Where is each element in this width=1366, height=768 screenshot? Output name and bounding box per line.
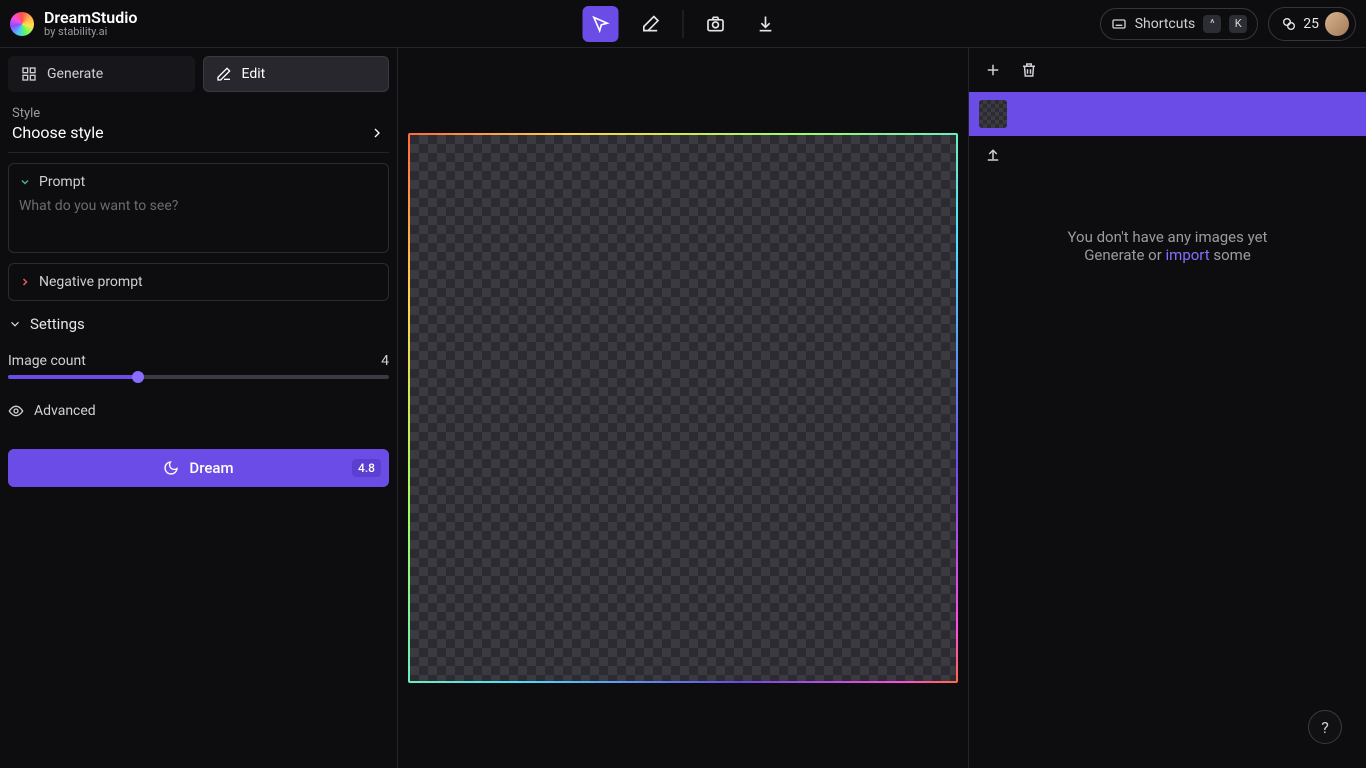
slider-thumb[interactable] [132, 371, 144, 383]
mode-tab-generate[interactable]: Generate [8, 56, 195, 92]
settings-label: Settings [30, 315, 85, 333]
advanced-label: Advanced [34, 403, 96, 419]
help-icon: ? [1321, 718, 1329, 737]
credits-button[interactable]: 25 [1268, 7, 1356, 41]
canvas[interactable] [410, 135, 956, 681]
delete-layer-button[interactable] [1017, 58, 1041, 82]
negative-prompt-block[interactable]: Negative prompt [8, 263, 389, 301]
select-tool-button[interactable] [583, 6, 619, 42]
active-layer[interactable] [969, 92, 1366, 136]
brand[interactable]: DreamStudio by stability.ai [10, 9, 137, 39]
canvas-area[interactable] [398, 48, 968, 768]
sidebar-right: You don't have any images yet Generate o… [968, 48, 1366, 768]
mode-tab-generate-label: Generate [47, 66, 103, 82]
style-value: Choose style [12, 123, 104, 142]
keyboard-icon [1111, 16, 1127, 32]
prompt-header-label: Prompt [39, 174, 85, 190]
edit-icon [216, 66, 232, 82]
image-count-label: Image count [8, 353, 86, 369]
topbar-right: Shortcuts ^ K 25 [1100, 7, 1356, 41]
avatar[interactable] [1325, 12, 1349, 36]
shortcut-key-1: ^ [1203, 15, 1221, 33]
chevron-down-icon [8, 317, 22, 331]
upload-icon [984, 145, 1002, 163]
chevron-down-icon [19, 176, 31, 188]
settings-header[interactable]: Settings [8, 311, 389, 337]
trash-icon [1020, 61, 1038, 79]
shortcuts-button[interactable]: Shortcuts ^ K [1100, 8, 1259, 40]
empty-line-1: You don't have any images yet [1068, 228, 1268, 246]
help-button[interactable]: ? [1308, 710, 1342, 744]
empty-prefix: Generate or [1084, 246, 1165, 264]
eye-icon [8, 403, 24, 419]
mode-tab-edit[interactable]: Edit [203, 56, 390, 92]
gallery-empty-state: You don't have any images yet Generate o… [969, 172, 1366, 768]
image-count-slider[interactable] [8, 375, 389, 379]
negative-prompt-label: Negative prompt [39, 274, 143, 290]
credits-icon [1281, 16, 1297, 32]
advanced-toggle[interactable]: Advanced [8, 393, 389, 419]
dream-cost: 4.8 [352, 459, 381, 477]
upload-button[interactable] [981, 142, 1005, 166]
download-button[interactable] [748, 6, 784, 42]
style-chooser[interactable]: Style Choose style [8, 102, 389, 153]
credits-value: 25 [1303, 16, 1319, 32]
layer-thumbnail [979, 100, 1007, 128]
plus-icon [984, 61, 1002, 79]
empty-suffix: some [1210, 246, 1251, 264]
style-label: Style [12, 106, 385, 121]
app-title: DreamStudio [44, 9, 137, 27]
app-subtitle: by stability.ai [44, 26, 137, 38]
shortcuts-label: Shortcuts [1135, 16, 1196, 32]
canvas-frame [408, 133, 958, 683]
topbar: DreamStudio by stability.ai Shortcuts ^ … [0, 0, 1366, 48]
prompt-block: Prompt [8, 163, 389, 253]
tool-group [583, 6, 784, 42]
dream-button[interactable]: Dream 4.8 [8, 449, 389, 487]
chevron-right-icon [19, 276, 31, 288]
sidebar-left: Generate Edit Style Choose style Prompt [0, 48, 398, 768]
prompt-input[interactable] [19, 198, 378, 238]
camera-button[interactable] [698, 6, 734, 42]
tool-divider [683, 10, 684, 38]
dream-label: Dream [189, 459, 233, 477]
grid-icon [21, 66, 37, 82]
import-link[interactable]: import [1166, 246, 1210, 264]
add-layer-button[interactable] [981, 58, 1005, 82]
image-count-value: 4 [381, 353, 389, 369]
mode-tab-edit-label: Edit [242, 66, 266, 82]
logo-icon [10, 12, 34, 36]
moon-icon [163, 460, 179, 476]
chevron-right-icon [369, 125, 385, 141]
eraser-tool-button[interactable] [633, 6, 669, 42]
prompt-header[interactable]: Prompt [19, 174, 378, 190]
shortcut-key-2: K [1229, 15, 1247, 33]
mode-tabs: Generate Edit [8, 56, 389, 92]
